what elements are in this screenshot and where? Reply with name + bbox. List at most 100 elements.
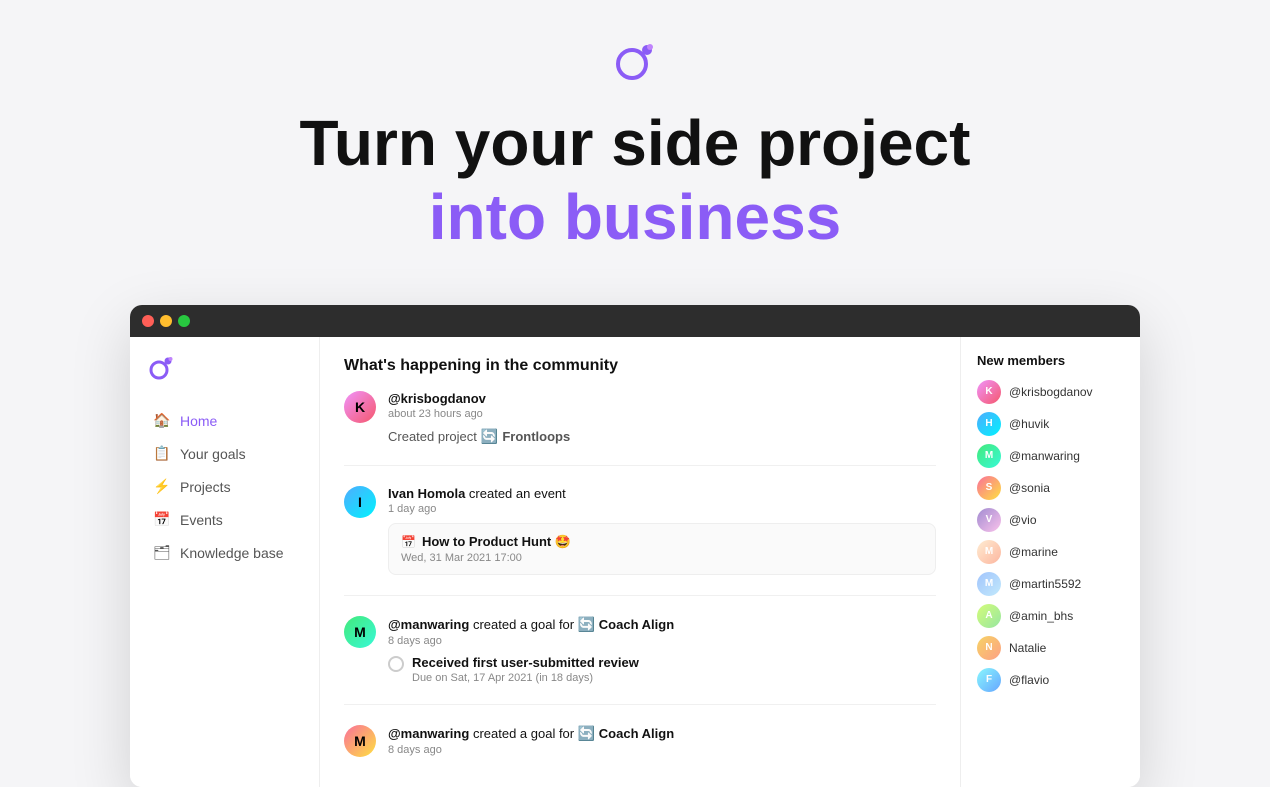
member-item: M @manwaring bbox=[977, 444, 1124, 468]
projects-icon: ⚡ bbox=[154, 479, 170, 495]
knowledge-icon: 🗂 bbox=[154, 545, 170, 561]
member-item: K @krisbogdanov bbox=[977, 380, 1124, 404]
member-avatar: H bbox=[977, 412, 1001, 436]
project-emoji: 🔄 bbox=[481, 428, 498, 445]
sidebar-item-projects-label: Projects bbox=[180, 479, 231, 495]
activity-action-suffix: created an event bbox=[469, 486, 566, 501]
sidebar-item-knowledge-label: Knowledge base bbox=[180, 545, 284, 561]
sidebar-item-events[interactable]: 📅 Events bbox=[138, 504, 311, 536]
member-item: M @marine bbox=[977, 540, 1124, 564]
member-name: @flavio bbox=[1009, 673, 1049, 687]
goals-icon: 📋 bbox=[154, 446, 170, 462]
avatar: M bbox=[344, 616, 376, 648]
home-icon: 🏠 bbox=[154, 413, 170, 429]
calendar-icon: 📅 bbox=[401, 535, 416, 549]
member-avatar: F bbox=[977, 668, 1001, 692]
member-item: F @flavio bbox=[977, 668, 1124, 692]
goal-project-icon: 🔄 bbox=[578, 725, 595, 741]
member-name: Natalie bbox=[1009, 641, 1046, 655]
activity-user: @krisbogdanov bbox=[388, 391, 486, 406]
hero-title-line2: into business bbox=[429, 182, 842, 252]
browser-content-area: 🏠 Home 📋 Your goals ⚡ Projects 📅 Events … bbox=[130, 337, 1140, 787]
member-name: @sonia bbox=[1009, 481, 1050, 495]
sidebar-item-knowledge-base[interactable]: 🗂 Knowledge base bbox=[138, 537, 311, 569]
activity-body: @manwaring created a goal for 🔄 Coach Al… bbox=[388, 725, 936, 764]
member-avatar: V bbox=[977, 508, 1001, 532]
activity-project-name: Frontloops bbox=[502, 429, 570, 444]
activity-body: @manwaring created a goal for 🔄 Coach Al… bbox=[388, 616, 936, 684]
sidebar-item-events-label: Events bbox=[180, 512, 223, 528]
hero-title-line1: Turn your side project bbox=[300, 108, 971, 178]
window-close-button[interactable] bbox=[142, 315, 154, 327]
avatar: I bbox=[344, 486, 376, 518]
goal-project-name: Coach Align bbox=[599, 726, 674, 741]
activity-action-text: Created project bbox=[388, 429, 477, 444]
sidebar-item-home-label: Home bbox=[180, 413, 217, 429]
member-name: @amin_bhs bbox=[1009, 609, 1073, 623]
activity-header: Ivan Homola created an event bbox=[388, 486, 936, 501]
member-name: @martin5592 bbox=[1009, 577, 1081, 591]
sidebar-navigation: 🏠 Home 📋 Your goals ⚡ Projects 📅 Events … bbox=[130, 405, 319, 569]
member-item: M @martin5592 bbox=[977, 572, 1124, 596]
feed-section-title: What's happening in the community bbox=[344, 357, 936, 375]
member-avatar: M bbox=[977, 572, 1001, 596]
member-name: @vio bbox=[1009, 513, 1037, 527]
window-minimize-button[interactable] bbox=[160, 315, 172, 327]
main-feed: What's happening in the community K @kri… bbox=[320, 337, 960, 787]
activity-user: @manwaring bbox=[388, 617, 469, 632]
member-name: @manwaring bbox=[1009, 449, 1080, 463]
activity-time: about 23 hours ago bbox=[388, 408, 936, 420]
events-icon: 📅 bbox=[154, 512, 170, 528]
goal-text: Received first user-submitted review bbox=[412, 655, 639, 670]
member-name: @krisbogdanov bbox=[1009, 385, 1093, 399]
browser-window: 🏠 Home 📋 Your goals ⚡ Projects 📅 Events … bbox=[130, 305, 1140, 787]
sidebar-item-projects[interactable]: ⚡ Projects bbox=[138, 471, 311, 503]
member-item: S @sonia bbox=[977, 476, 1124, 500]
app-logo-icon bbox=[609, 36, 661, 88]
goal-status-circle bbox=[388, 656, 404, 672]
activity-item: I Ivan Homola created an event 1 day ago… bbox=[344, 486, 936, 596]
activity-time: 1 day ago bbox=[388, 503, 936, 515]
event-title: 📅 How to Product Hunt 🤩 bbox=[401, 534, 923, 550]
event-card: 📅 How to Product Hunt 🤩 Wed, 31 Mar 2021… bbox=[388, 523, 936, 575]
member-name: @huvik bbox=[1009, 417, 1049, 431]
activity-header: @krisbogdanov bbox=[388, 391, 936, 406]
member-name: @marine bbox=[1009, 545, 1058, 559]
goal-details: Received first user-submitted review Due… bbox=[412, 655, 639, 684]
member-avatar: K bbox=[977, 380, 1001, 404]
activity-time: 8 days ago bbox=[388, 635, 936, 647]
member-avatar: S bbox=[977, 476, 1001, 500]
avatar: M bbox=[344, 725, 376, 757]
hero-section: Turn your side project into business bbox=[0, 0, 1270, 305]
sidebar-item-your-goals[interactable]: 📋 Your goals bbox=[138, 438, 311, 470]
member-avatar: M bbox=[977, 444, 1001, 468]
activity-header: @manwaring created a goal for 🔄 Coach Al… bbox=[388, 616, 936, 633]
goal-item: Received first user-submitted review Due… bbox=[388, 655, 936, 684]
window-maximize-button[interactable] bbox=[178, 315, 190, 327]
sidebar: 🏠 Home 📋 Your goals ⚡ Projects 📅 Events … bbox=[130, 337, 320, 787]
sidebar-item-home[interactable]: 🏠 Home bbox=[138, 405, 311, 437]
member-avatar: A bbox=[977, 604, 1001, 628]
member-item: A @amin_bhs bbox=[977, 604, 1124, 628]
goal-due-date: Due on Sat, 17 Apr 2021 (in 18 days) bbox=[412, 672, 639, 684]
activity-time: 8 days ago bbox=[388, 744, 936, 756]
avatar: K bbox=[344, 391, 376, 423]
activity-item: M @manwaring created a goal for 🔄 Coach … bbox=[344, 725, 936, 784]
member-item: V @vio bbox=[977, 508, 1124, 532]
member-item: H @huvik bbox=[977, 412, 1124, 436]
activity-user: Ivan Homola bbox=[388, 486, 465, 501]
goal-project-icon: 🔄 bbox=[578, 616, 595, 632]
sidebar-logo bbox=[130, 353, 319, 404]
member-item: N Natalie bbox=[977, 636, 1124, 660]
activity-body: Ivan Homola created an event 1 day ago 📅… bbox=[388, 486, 936, 575]
activity-item: K @krisbogdanov about 23 hours ago Creat… bbox=[344, 391, 936, 466]
activity-user: @manwaring bbox=[388, 726, 469, 741]
goal-project-name: Coach Align bbox=[599, 617, 674, 632]
activity-body: @krisbogdanov about 23 hours ago Created… bbox=[388, 391, 936, 445]
member-avatar: N bbox=[977, 636, 1001, 660]
browser-title-bar bbox=[130, 305, 1140, 337]
event-date: Wed, 31 Mar 2021 17:00 bbox=[401, 552, 923, 564]
activity-header: @manwaring created a goal for 🔄 Coach Al… bbox=[388, 725, 936, 742]
right-sidebar: New members K @krisbogdanov H @huvik M @… bbox=[960, 337, 1140, 787]
activity-item: M @manwaring created a goal for 🔄 Coach … bbox=[344, 616, 936, 705]
